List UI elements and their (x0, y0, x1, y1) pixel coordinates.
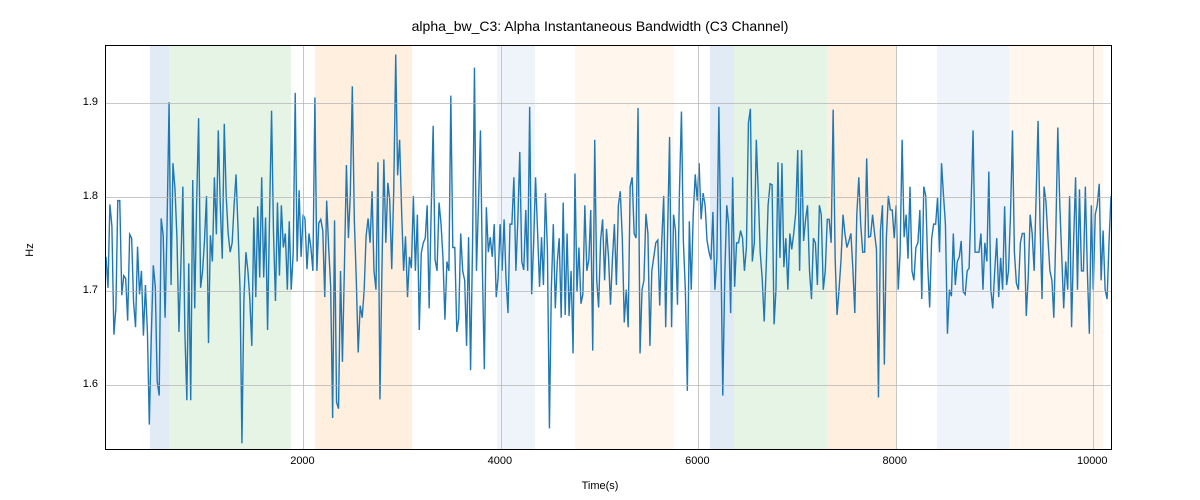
gridline-horizontal (106, 291, 1111, 292)
chart-container: alpha_bw_C3: Alpha Instantaneous Bandwid… (0, 0, 1200, 500)
y-tick-label: 1.8 (83, 190, 98, 202)
y-tick-label: 1.6 (83, 378, 98, 390)
x-tick-label: 4000 (488, 455, 512, 467)
gridline-vertical (501, 46, 502, 449)
gridline-horizontal (106, 103, 1111, 104)
x-axis-label: Time(s) (582, 480, 619, 492)
x-tick-label: 6000 (685, 455, 709, 467)
gridline-vertical (303, 46, 304, 449)
gridline-horizontal (106, 197, 1111, 198)
chart-title: alpha_bw_C3: Alpha Instantaneous Bandwid… (412, 18, 789, 34)
x-tick-label: 8000 (883, 455, 907, 467)
gridline-vertical (1093, 46, 1094, 449)
y-tick-label: 1.9 (83, 96, 98, 108)
gridline-vertical (896, 46, 897, 449)
x-tick-label: 2000 (290, 455, 314, 467)
gridline-vertical (698, 46, 699, 449)
gridline-horizontal (106, 385, 1111, 386)
plot-area (105, 45, 1112, 450)
y-tick-label: 1.7 (83, 284, 98, 296)
y-axis-label: Hz (24, 243, 36, 256)
line-plot (106, 46, 1111, 449)
x-tick-label: 10000 (1077, 455, 1108, 467)
